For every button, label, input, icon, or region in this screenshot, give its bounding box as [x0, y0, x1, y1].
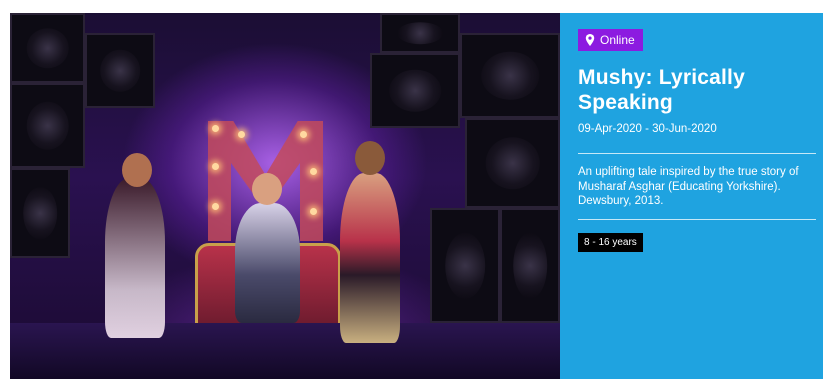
sign-bulb	[212, 125, 219, 132]
divider	[578, 218, 816, 220]
sign-bulb	[238, 131, 245, 138]
performer-left	[105, 178, 165, 338]
speaker-right-2	[370, 53, 460, 128]
performer-left-head	[122, 153, 152, 187]
speaker-right-1	[380, 13, 460, 53]
speaker-left-3	[85, 33, 155, 108]
speaker-left-1	[10, 13, 85, 83]
sign-bulb	[212, 163, 219, 170]
sign-bulb	[212, 203, 219, 210]
speaker-right-3	[460, 33, 560, 118]
age-range-badge: 8 - 16 years	[578, 232, 643, 252]
speaker-right-4	[465, 118, 560, 208]
sign-bulb	[310, 168, 317, 175]
speaker-left-4	[10, 168, 70, 258]
speaker-right-6	[500, 208, 560, 323]
sign-bulb	[300, 131, 307, 138]
divider	[578, 153, 816, 154]
stage-floor	[10, 323, 560, 379]
event-dates: 09-Apr-2020 - 30-Jun-2020	[578, 123, 717, 135]
map-pin-icon	[585, 34, 595, 46]
performer-center-head	[252, 173, 282, 205]
speaker-left-2	[10, 83, 85, 168]
event-photo[interactable]	[10, 13, 560, 379]
speaker-right-5	[430, 208, 500, 323]
event-card[interactable]: Online Mushy: Lyrically Speaking 09-Apr-…	[10, 13, 823, 379]
location-badge: Online	[578, 29, 643, 51]
event-title[interactable]: Mushy: Lyrically Speaking	[578, 65, 817, 115]
location-label: Online	[600, 33, 635, 47]
performer-right	[340, 173, 400, 343]
performer-center	[235, 203, 300, 323]
sign-bulb	[310, 208, 317, 215]
event-description: An uplifting tale inspired by the true s…	[578, 166, 799, 207]
event-info-panel: Online Mushy: Lyrically Speaking 09-Apr-…	[560, 13, 823, 379]
performer-right-head	[355, 141, 385, 175]
